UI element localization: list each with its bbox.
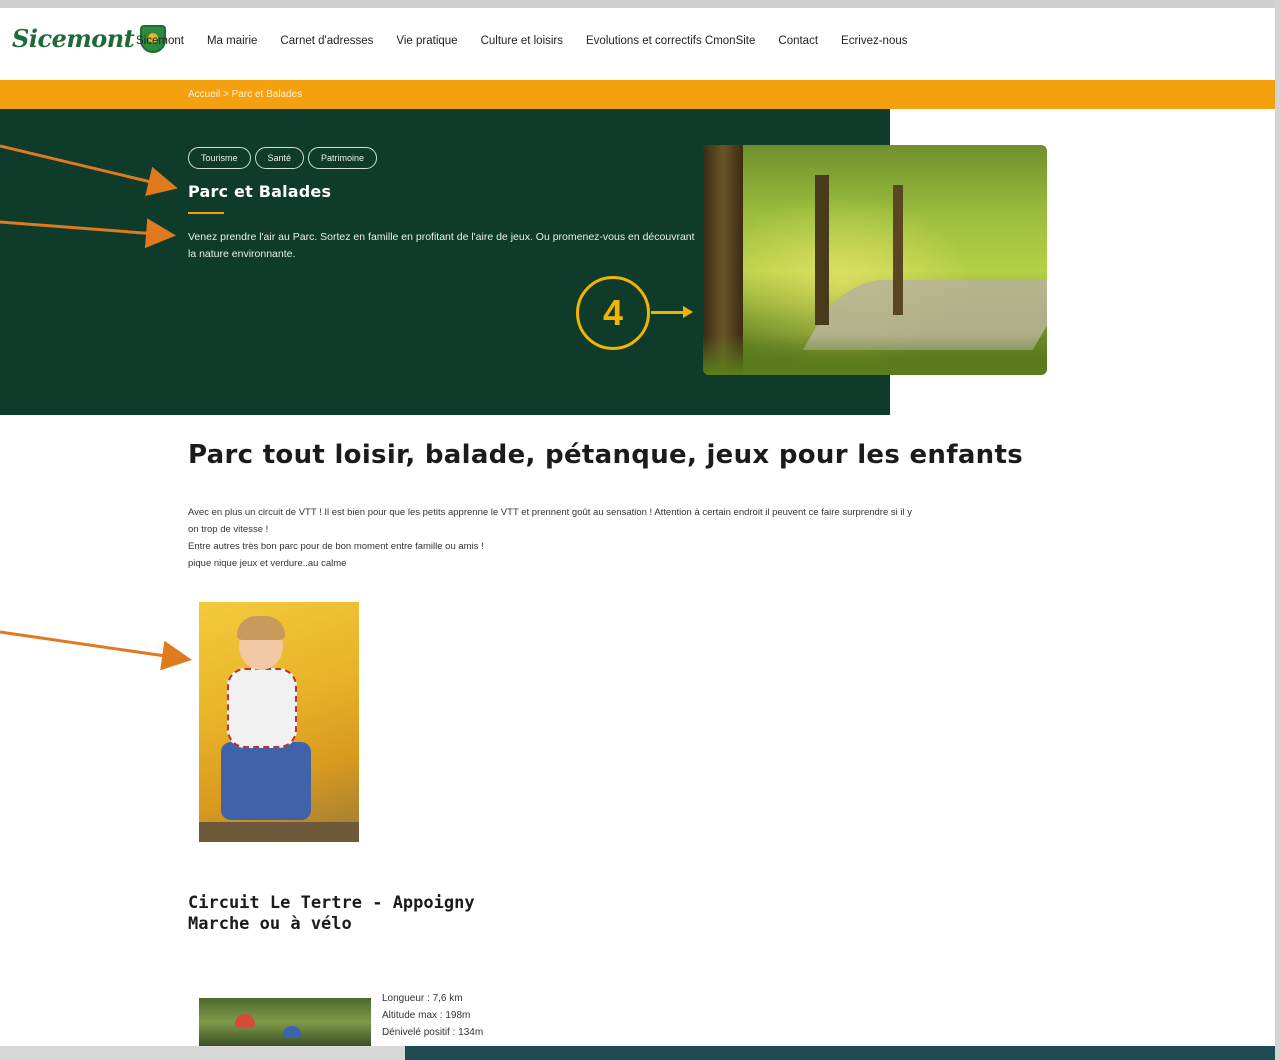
paragraph-line: on trop de vitesse ! [188,524,269,535]
stat-altitude: Altitude max : 198m [382,1010,471,1021]
window-frame-right [1275,0,1281,1060]
breadcrumb[interactable]: Accueil > Parc et Balades [188,89,302,100]
nav-item-culture-loisirs[interactable]: Culture et loisirs [481,35,563,47]
nav-item-evolutions[interactable]: Evolutions et correctifs CmonSite [586,35,755,47]
footer-strip [405,1046,1275,1060]
section-title: Parc tout loisir, balade, pétanque, jeux… [188,440,1023,470]
nav-item-sicemont[interactable]: Sicemont [136,35,184,47]
photo-shape [227,668,297,748]
tag-tourisme[interactable]: Tourisme [188,147,251,169]
paragraph-line: Entre autres très bon parc pour de bon m… [188,541,484,552]
paragraph-line: Avec en plus un circuit de VTT ! Il est … [188,507,913,518]
tag-list: Tourisme Santé Patrimoine [188,147,378,169]
child-on-slide-photo [199,602,359,842]
main-nav: Sicemont Ma mairie Carnet d'adresses Vie… [136,35,908,47]
tag-sante[interactable]: Santé [254,147,305,169]
circuit-title-line: Circuit Le Tertre - Appoigny [188,893,475,913]
circuit-stats: Longueur : 7,6 km Altitude max : 198m Dé… [382,990,483,1041]
page-title: Parc et Balades [188,182,332,201]
section-paragraph: Avec en plus un circuit de VTT ! Il est … [188,504,1088,572]
photo-shape [221,742,311,820]
annotation-badge-arrow [651,306,693,318]
nav-item-contact[interactable]: Contact [778,35,818,47]
circuit-title: Circuit Le Tertre - Appoigny Marche ou à… [188,893,475,935]
title-underline [188,212,224,214]
window-frame-top [0,0,1281,8]
page-description: Venez prendre l'air au Parc. Sortez en f… [188,231,695,260]
logo-text: Sicemont [12,24,135,53]
photo-shape [283,1026,301,1038]
site-header: Sicemont Sicemont Ma mairie Carnet d'adr… [0,8,1275,80]
photo-shape [235,1014,255,1028]
grass-shape [703,335,1047,375]
photo-shape [199,822,359,842]
stat-elevation: Dénivelé positif : 134m [382,1027,484,1038]
nav-item-vie-pratique[interactable]: Vie pratique [396,35,457,47]
paragraph-line: pique nique jeux et verdure..au calme [188,558,347,569]
tree-trunk-shape [815,175,829,325]
tag-patrimoine[interactable]: Patrimoine [308,147,378,169]
nav-item-ecrivez-nous[interactable]: Ecrivez-nous [841,35,907,47]
annotation-arrow-photo [0,630,192,671]
breadcrumb-bar: Accueil > Parc et Balades [0,80,1275,109]
park-alley-image [703,145,1047,375]
cyclists-photo [199,998,371,1046]
photo-shape [237,616,285,640]
window-frame-bottom [0,1046,405,1060]
tree-trunk-shape [893,185,903,315]
annotation-badge: 4 [576,276,650,350]
circuit-subtitle-line: Marche ou à vélo [188,914,352,934]
nav-item-ma-mairie[interactable]: Ma mairie [207,35,257,47]
nav-item-carnet-adresses[interactable]: Carnet d'adresses [280,35,373,47]
stat-length: Longueur : 7,6 km [382,993,463,1004]
